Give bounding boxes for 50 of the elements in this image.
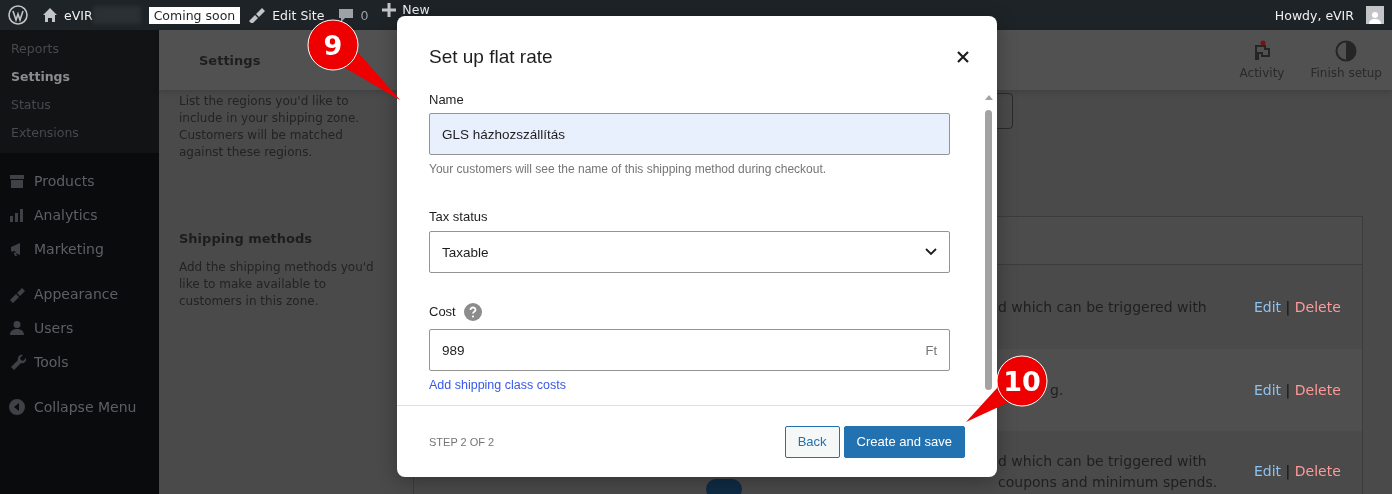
new-link[interactable]: New bbox=[402, 2, 430, 17]
cost-input[interactable]: 989 Ft bbox=[429, 329, 950, 371]
flag-icon bbox=[1253, 40, 1271, 62]
help-icon[interactable] bbox=[463, 303, 482, 321]
menu-item[interactable]: Products bbox=[0, 153, 159, 198]
person-icon bbox=[8, 319, 26, 337]
add-class-costs-link[interactable]: Add shipping class costs bbox=[429, 378, 566, 392]
half-circle-icon bbox=[1335, 40, 1358, 62]
delete-link[interactable]: Delete bbox=[1294, 463, 1341, 479]
edit-link[interactable]: Edit bbox=[1254, 299, 1282, 315]
modal-title: Set up flat rate bbox=[429, 45, 553, 68]
menu-item[interactable]: Appearance bbox=[0, 266, 159, 311]
greeting-text[interactable]: Howdy, eVIR bbox=[1274, 7, 1354, 23]
help-text: Your customers will see the name of this shipping method during checkout. bbox=[429, 162, 828, 176]
site-name[interactable]: eVIR bbox=[64, 7, 93, 23]
toggle-switch[interactable] bbox=[706, 479, 742, 494]
edit-link[interactable]: Edit bbox=[1254, 463, 1282, 479]
link-separator: | bbox=[1285, 299, 1291, 315]
brush-icon bbox=[8, 285, 26, 303]
coming-soon-badge[interactable]: Coming soon bbox=[148, 6, 241, 24]
plus-icon[interactable] bbox=[382, 2, 397, 17]
field-label: Name bbox=[429, 93, 465, 107]
box-icon bbox=[8, 172, 26, 190]
create-and-save-button[interactable]: Create and save bbox=[843, 425, 965, 458]
link-separator: | bbox=[1285, 382, 1291, 398]
step-indicator: STEP 2 OF 2 bbox=[429, 435, 496, 448]
link-separator: | bbox=[1285, 463, 1291, 479]
menu-item[interactable]: Tools bbox=[0, 345, 159, 379]
edit-site-link[interactable]: Edit Site bbox=[272, 7, 325, 23]
delete-link[interactable]: Delete bbox=[1294, 382, 1341, 398]
collapse-icon bbox=[8, 398, 26, 416]
back-button[interactable]: Back bbox=[784, 425, 840, 458]
comment-count[interactable]: 0 bbox=[360, 7, 369, 23]
menu-item[interactable]: Users bbox=[0, 311, 159, 345]
wordpress-logo-icon[interactable] bbox=[8, 5, 28, 25]
field-label: Tax status bbox=[429, 210, 489, 224]
submenu-item[interactable]: Settings bbox=[0, 63, 159, 91]
bar-chart-icon bbox=[8, 206, 26, 224]
menu-item[interactable]: Analytics bbox=[0, 198, 159, 232]
chevron-down-icon bbox=[925, 248, 937, 256]
home-icon[interactable] bbox=[42, 7, 58, 23]
comment-icon[interactable] bbox=[338, 7, 355, 23]
menu-item[interactable]: Marketing bbox=[0, 232, 159, 266]
delete-link[interactable]: Delete bbox=[1294, 299, 1341, 315]
field-label: Cost bbox=[429, 305, 456, 319]
tax-status-select[interactable]: Taxable bbox=[429, 231, 950, 273]
menu-item[interactable]: Collapse Menu bbox=[0, 379, 159, 424]
brush-icon[interactable] bbox=[248, 7, 267, 23]
edit-link[interactable]: Edit bbox=[1254, 382, 1282, 398]
name-input[interactable]: GLS házhozszállítás bbox=[429, 113, 950, 155]
